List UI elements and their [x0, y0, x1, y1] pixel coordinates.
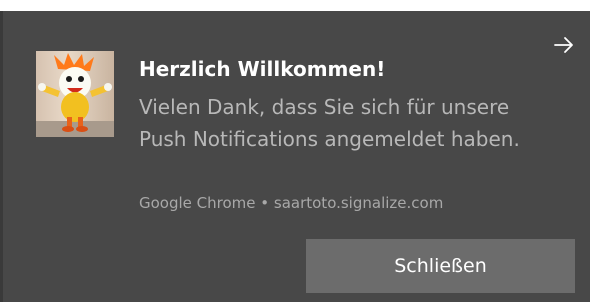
arrow-right-icon[interactable]: [550, 31, 578, 59]
notification-message: Vielen Dank, dass Sie sich für unsere Pu…: [139, 95, 520, 151]
notification-source: Google Chrome • saartoto.signalize.com: [139, 194, 444, 212]
push-notification[interactable]: Herzlich Willkommen! Vielen Dank, dass S…: [0, 11, 590, 302]
notification-title: Herzlich Willkommen!: [139, 57, 386, 81]
close-button[interactable]: Schließen: [306, 239, 575, 293]
mascot-image: [36, 51, 114, 137]
